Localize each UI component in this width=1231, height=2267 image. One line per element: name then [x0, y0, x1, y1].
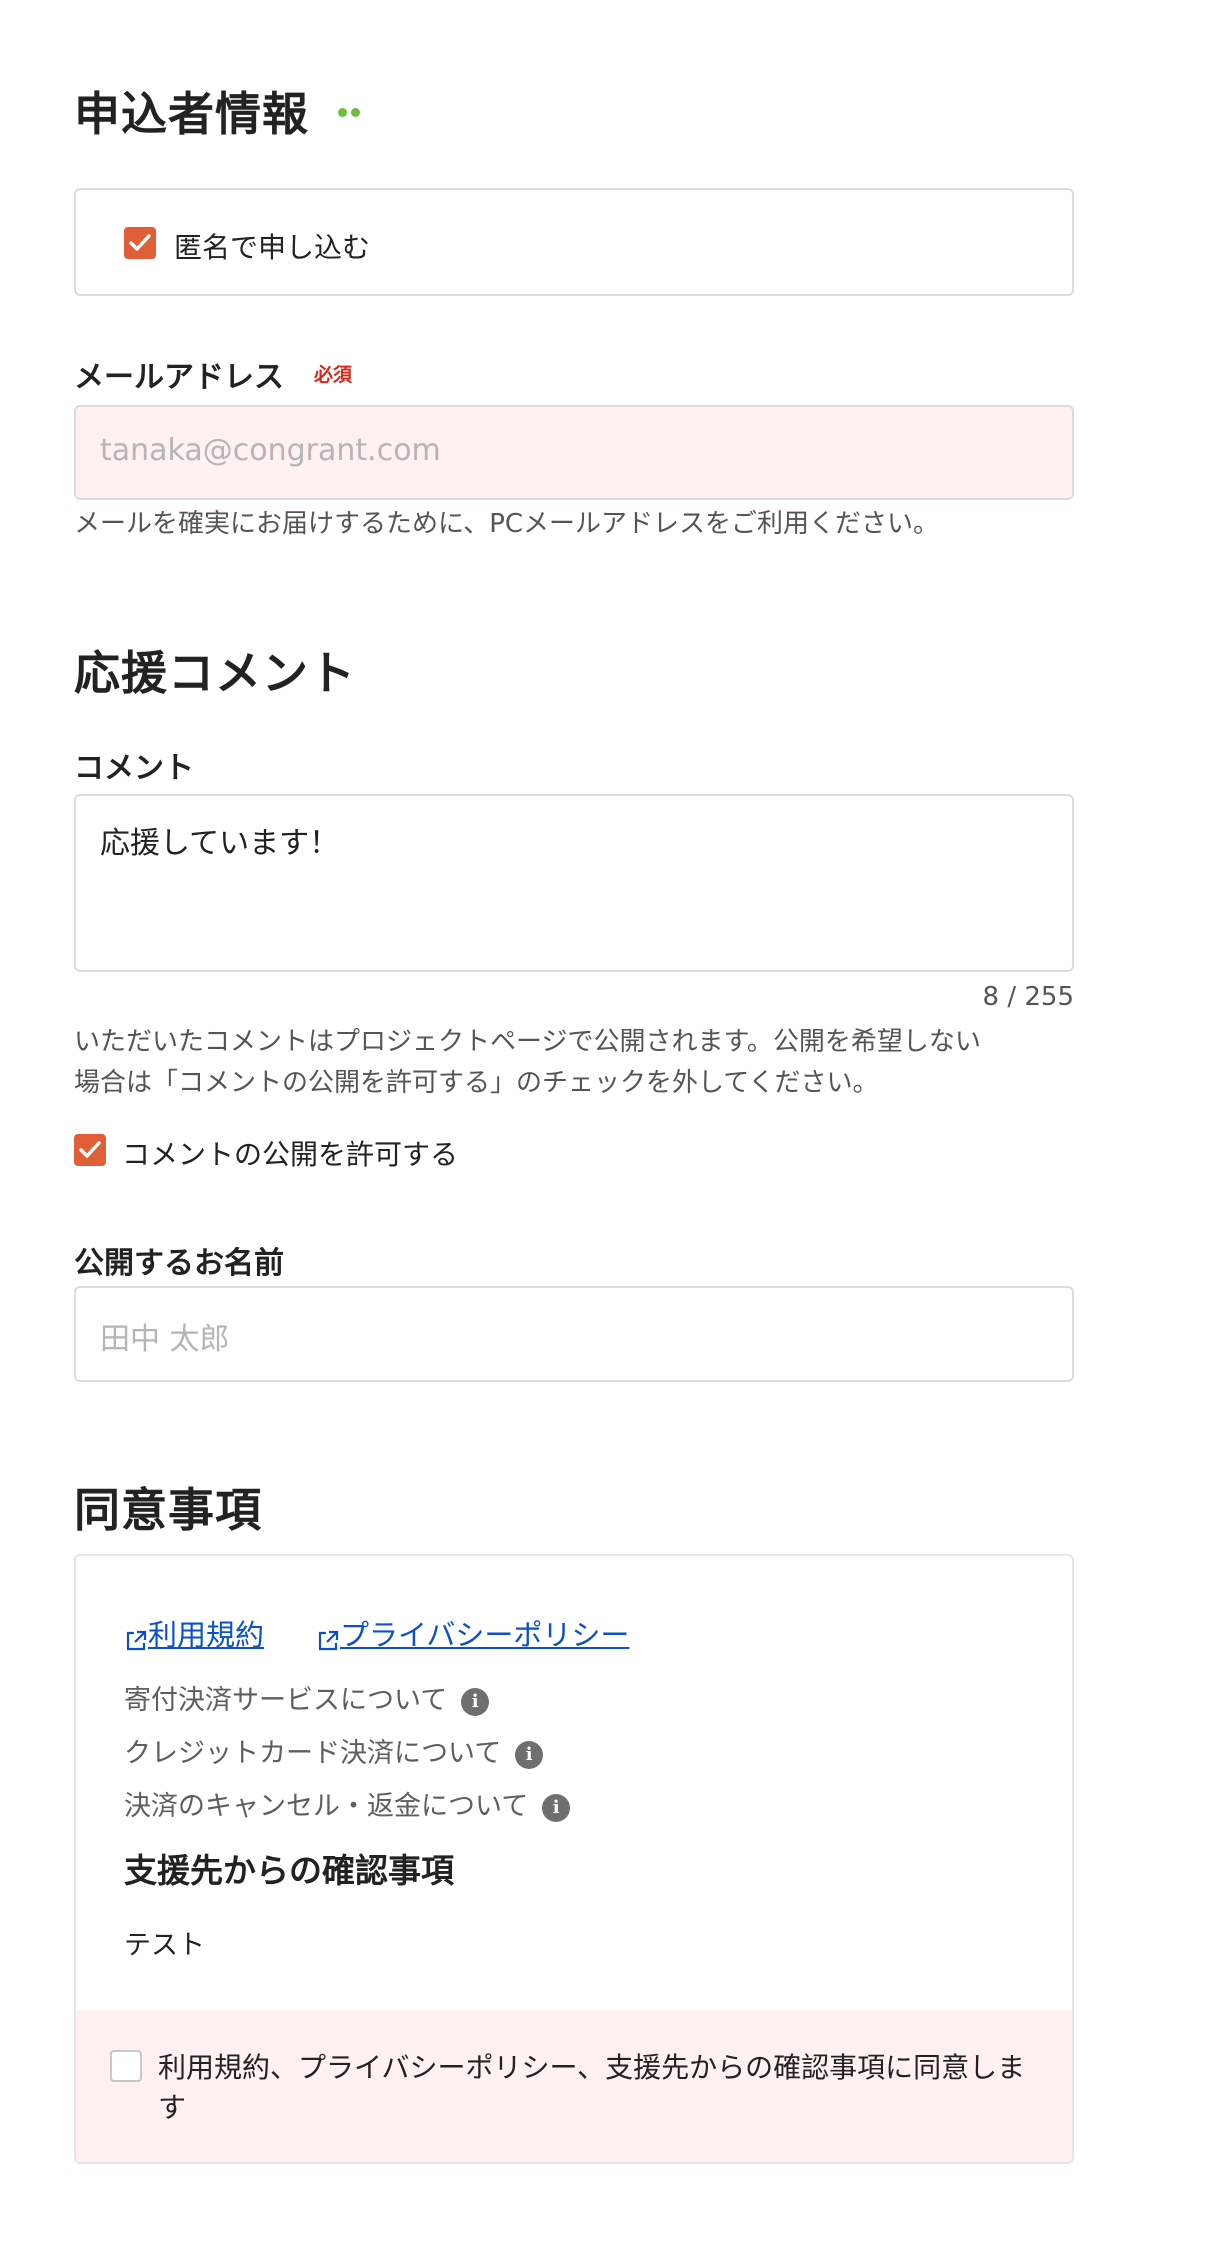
required-badge: 必須 [314, 364, 353, 386]
email-field[interactable]: tanaka@congrant.com [74, 405, 1074, 500]
page: 申込者情報 匿名で申し込む メールアドレス 必須 tanaka@congrant… [0, 0, 1231, 2267]
confirm-title: 支援先からの確認事項 [124, 1851, 454, 1890]
comment-value: 応援しています！ [100, 826, 340, 861]
info-icon[interactable]: i [542, 1793, 571, 1822]
info-item-label: 決済のキャンセル・返金について [124, 1791, 529, 1822]
agree-label[interactable]: 利用規約、プライバシーポリシー、支援先からの確認事項に同意しま す [158, 2048, 1025, 2128]
comment-help-line2: 場合は「コメントの公開を許可する」のチェックを外してください。 [74, 1068, 879, 1098]
publish-comment-checkbox[interactable] [74, 1134, 106, 1166]
info-item-label: 寄付決済サービスについて [124, 1685, 448, 1716]
publish-comment-label[interactable]: コメントの公開を許可する [122, 1133, 458, 1173]
email-placeholder: tanaka@congrant.com [100, 433, 441, 468]
loading-dots-icon [338, 102, 364, 121]
privacy-policy-link[interactable]: プライバシーポリシー [316, 1612, 629, 1654]
comment-section-title: 応援コメント [74, 646, 356, 700]
external-link-icon [126, 1630, 147, 1650]
terms-link-label[interactable]: 利用規約 [148, 1618, 264, 1652]
privacy-policy-link-label[interactable]: プライバシーポリシー [340, 1618, 629, 1652]
confirm-body: テスト [124, 1930, 205, 1961]
email-help-text: メールを確実にお届けするために、PCメールアドレスをご利用ください。 [74, 509, 940, 539]
check-icon [129, 234, 151, 251]
agreement-section-title: 同意事項 [74, 1483, 262, 1537]
public-name-label: 公開するお名前 [74, 1246, 284, 1281]
info-icon[interactable]: i [461, 1687, 490, 1716]
email-label: メールアドレス [74, 360, 284, 395]
external-link-icon [318, 1630, 339, 1650]
character-counter: 8 / 255 [982, 982, 1074, 1012]
anonymous-option-box: 匿名で申し込む [74, 188, 1074, 296]
check-icon [79, 1141, 101, 1158]
info-item-credit-card[interactable]: クレジットカード決済について i [124, 1731, 544, 1770]
agree-row: 利用規約、プライバシーポリシー、支援先からの確認事項に同意しま す [76, 2010, 1072, 2162]
anonymous-label[interactable]: 匿名で申し込む [174, 226, 370, 266]
applicant-section-title: 申込者情報 [74, 87, 309, 141]
agreement-box: 利用規約 プライバシーポリシー 寄付決済サービスについて i クレジットカード決済… [74, 1554, 1074, 2164]
info-item-label: クレジットカード決済について [124, 1738, 502, 1769]
agree-label-line2: す [158, 2091, 187, 2124]
agree-checkbox[interactable] [110, 2050, 142, 2082]
anonymous-checkbox[interactable] [124, 227, 156, 259]
public-name-field[interactable]: 田中 太郎 [74, 1286, 1074, 1382]
comment-label: コメント [74, 751, 194, 786]
info-item-cancel-refund[interactable]: 決済のキャンセル・返金について i [124, 1784, 571, 1823]
agree-label-line1: 利用規約、プライバシーポリシー、支援先からの確認事項に同意しま [158, 2051, 1026, 2084]
comment-help-line1: いただいたコメントはプロジェクトページで公開されます。公開を希望しない [74, 1027, 981, 1057]
public-name-placeholder: 田中 太郎 [100, 1322, 230, 1357]
info-icon[interactable]: i [515, 1740, 544, 1769]
comment-textarea[interactable]: 応援しています！ [74, 794, 1074, 972]
terms-link[interactable]: 利用規約 [124, 1612, 264, 1654]
info-item-donation-payment[interactable]: 寄付決済サービスについて i [124, 1678, 490, 1717]
